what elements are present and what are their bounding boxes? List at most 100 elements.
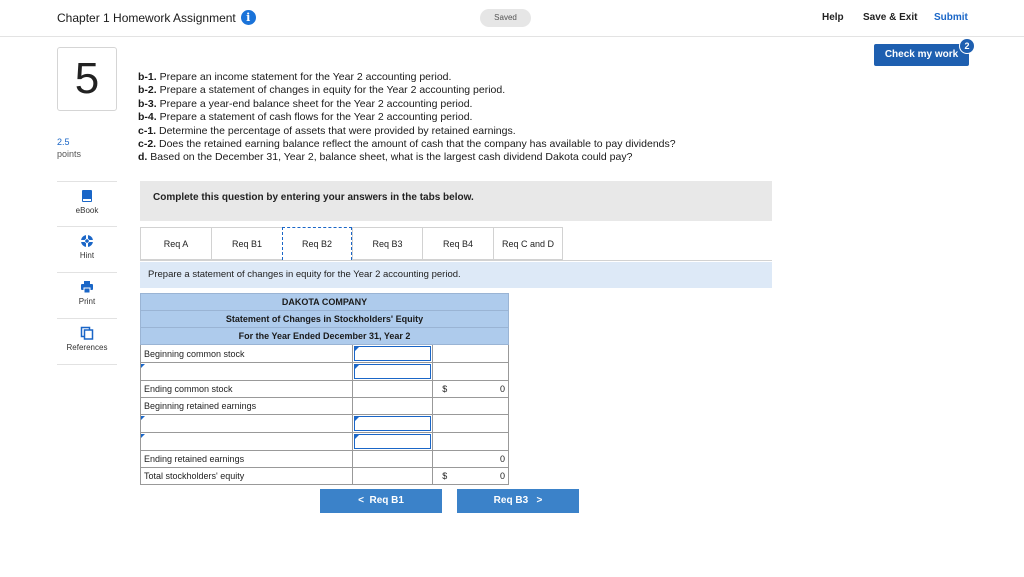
saved-status-badge: Saved [480, 9, 531, 27]
amount-cell-empty [352, 467, 434, 485]
equity-statement-table: DAKOTA COMPANY Statement of Changes in S… [139, 293, 509, 485]
amount-cell[interactable] [352, 344, 434, 363]
line-item-select[interactable] [139, 414, 354, 433]
dropdown-marker-icon [141, 364, 145, 368]
amount-input[interactable] [354, 416, 432, 431]
info-icon[interactable]: i [240, 10, 256, 25]
line-item-dropdown[interactable] [141, 364, 353, 379]
requirement-tabs: Req A Req B1 Req B2 Req B3 Req B4 Req C and D [140, 227, 563, 260]
points-value: 2.5 [57, 137, 70, 147]
question-line-label: b-4. [138, 111, 157, 124]
amount-cell-empty [352, 380, 434, 398]
table-row: Ending common stock $0 [139, 380, 509, 398]
sidebar-label-ebook: eBook [75, 206, 99, 215]
amount-input[interactable] [354, 434, 432, 449]
question-line: b-3. Prepare a year-end balance sheet fo… [138, 98, 676, 111]
question-line: b-2. Prepare a statement of changes in e… [138, 84, 676, 97]
input-marker-icon [355, 347, 360, 351]
question-line: b-1. Prepare an income statement for the… [138, 71, 676, 84]
dropdown-marker-icon [141, 416, 145, 420]
dropdown-marker-icon [141, 434, 145, 438]
amount-input[interactable] [354, 346, 432, 361]
table-row [139, 432, 509, 451]
table-row [139, 414, 509, 433]
amount-cell[interactable] [352, 432, 434, 451]
question-line: c-2. Does the retained earning balance r… [138, 138, 676, 151]
tab-divider [140, 260, 772, 261]
line-item-label: Beginning common stock [139, 344, 354, 363]
total-value: 0 [499, 471, 505, 481]
save-exit-link[interactable]: Save & Exit [863, 12, 917, 23]
input-marker-icon [355, 417, 360, 421]
input-marker-icon [355, 435, 360, 439]
sidebar-item-hint[interactable]: Hint [57, 227, 117, 273]
line-item-label: Beginning retained earnings [139, 397, 354, 415]
check-count-badge: 2 [959, 38, 975, 54]
book-icon [82, 190, 92, 202]
total-cell [432, 362, 509, 381]
total-cell [432, 344, 509, 363]
tab-req-b1[interactable]: Req B1 [211, 227, 282, 260]
sidebar-item-references[interactable]: References [57, 319, 117, 365]
line-item-label: Ending retained earnings [139, 450, 354, 468]
question-line-text: Prepare a statement of cash flows for th… [156, 111, 473, 124]
copy-icon [80, 326, 94, 340]
table-row: Ending retained earnings 0 [139, 450, 509, 468]
line-item-label: Total stockholders' equity [139, 467, 354, 485]
assignment-title: Chapter 1 Homework Assignment i [57, 10, 256, 25]
tab-req-b3[interactable]: Req B3 [352, 227, 422, 260]
chevron-right-icon: > [536, 495, 543, 506]
tab-req-b4[interactable]: Req B4 [422, 227, 493, 260]
line-item-label: Ending common stock [139, 380, 354, 398]
points-label: points [57, 149, 82, 159]
next-requirement-button[interactable]: Req B3 > [457, 489, 579, 513]
statement-title: Statement of Changes in Stockholders' Eq… [140, 310, 509, 328]
sidebar-label-hint: Hint [79, 251, 95, 260]
question-line-text: Determine the percentage of assets that … [156, 124, 516, 137]
question-line-label: b-2. [138, 84, 157, 97]
amount-cell-empty [352, 397, 434, 415]
question-line: c-1. Determine the percentage of assets … [138, 125, 676, 138]
lifebuoy-icon [81, 235, 93, 247]
amount-cell[interactable] [352, 414, 434, 433]
line-item-select[interactable] [139, 432, 354, 451]
amount-cell[interactable] [352, 362, 434, 381]
question-line-text: Prepare a year-end balance sheet for the… [156, 97, 473, 110]
statement-period: For the Year Ended December 31, Year 2 [140, 327, 509, 345]
total-cell: 0 [432, 450, 509, 468]
question-line-text: Based on the December 31, Year 2, balanc… [147, 151, 633, 164]
tab-req-c-and-d[interactable]: Req C and D [493, 227, 563, 260]
chevron-left-icon: < [358, 495, 364, 506]
sidebar-label-print: Print [78, 297, 96, 306]
line-item-dropdown[interactable] [141, 434, 353, 449]
requirement-prompt: Prepare a statement of changes in equity… [140, 262, 772, 288]
total-cell [432, 432, 509, 451]
instructions-banner: Complete this question by entering your … [140, 181, 772, 221]
sidebar-label-references: References [66, 343, 108, 352]
question-number: 5 [57, 47, 117, 111]
total-value: 0 [499, 454, 505, 464]
submit-link[interactable]: Submit [934, 12, 968, 23]
input-marker-icon [355, 365, 360, 369]
question-text: b-1. Prepare an income statement for the… [138, 71, 676, 165]
table-row [139, 362, 509, 381]
check-my-work-button[interactable]: Check my work [874, 44, 969, 66]
total-cell: $0 [432, 380, 509, 398]
line-item-dropdown[interactable] [141, 416, 353, 431]
question-line-label: d. [138, 151, 148, 164]
sidebar-item-print[interactable]: Print [57, 273, 117, 319]
question-line-label: b-1. [138, 71, 157, 83]
tab-req-b2[interactable]: Req B2 [282, 227, 352, 260]
tab-req-a[interactable]: Req A [140, 227, 211, 260]
help-link[interactable]: Help [822, 12, 844, 23]
currency-symbol: $ [442, 471, 448, 481]
amount-input[interactable] [354, 364, 432, 379]
statement-company: DAKOTA COMPANY [140, 293, 509, 311]
printer-icon [81, 281, 93, 294]
question-line: b-4. Prepare a statement of cash flows f… [138, 111, 676, 124]
total-cell: $0 [432, 467, 509, 485]
prev-requirement-button[interactable]: < Req B1 [320, 489, 442, 513]
line-item-select[interactable] [139, 362, 354, 381]
sidebar-item-ebook[interactable]: eBook [57, 181, 117, 227]
table-row: Beginning retained earnings [139, 397, 509, 415]
